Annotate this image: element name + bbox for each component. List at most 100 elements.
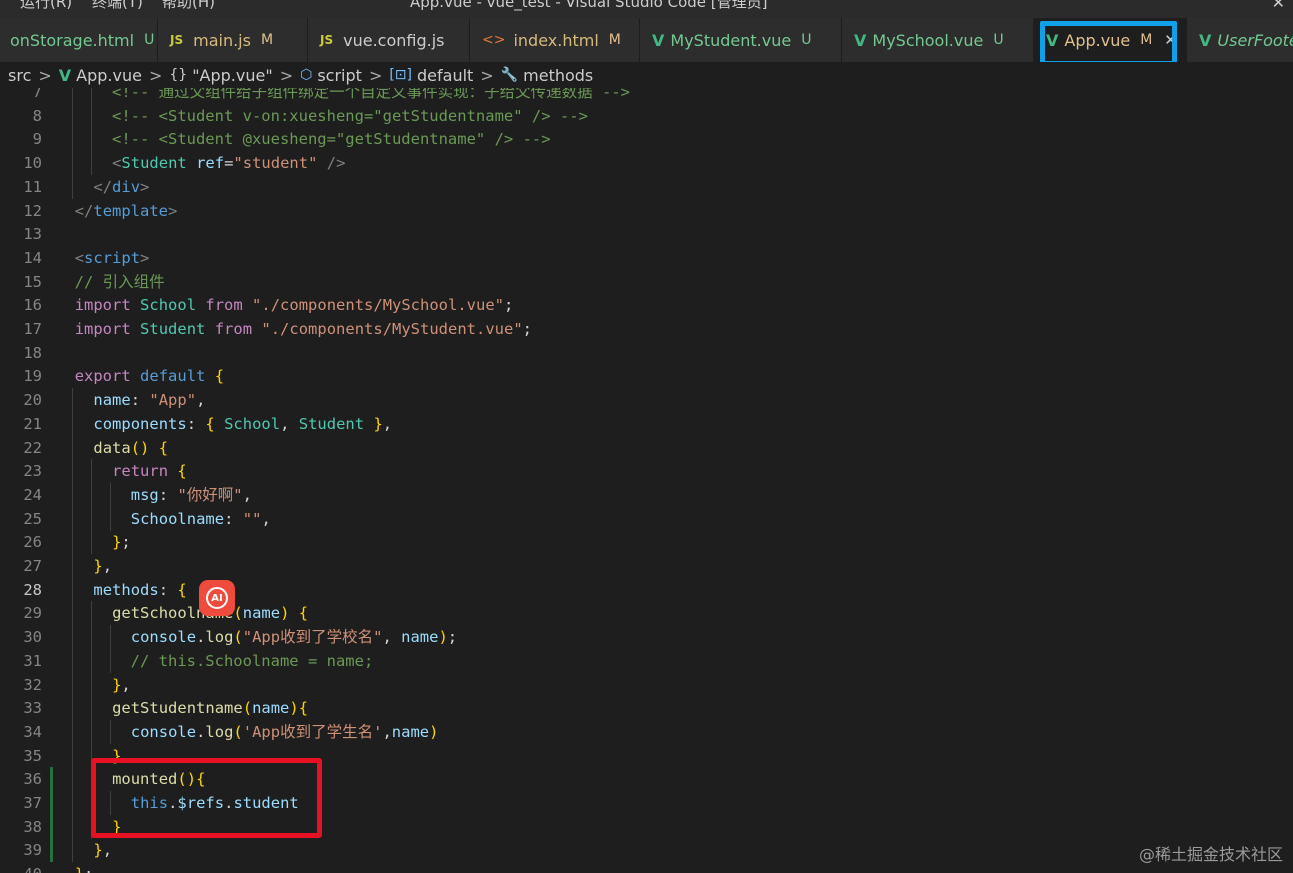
watermark: @稀土掘金技术社区 — [1138, 845, 1283, 864]
code-text: getSchoolname(name) { — [112, 604, 309, 623]
tab-userfooter-vue[interactable]: V UserFoote — [1187, 18, 1293, 62]
tab-index-html[interactable]: <> index.html M — [470, 18, 640, 62]
tab-main-js[interactable]: JS main.js M — [158, 18, 308, 62]
code-text: <Student ref="student" /> — [112, 154, 346, 173]
line-number: 23 — [23, 462, 42, 481]
wrench-method-icon: 🔧 — [500, 67, 519, 83]
breadcrumb: src > V App.vue > {} "App.vue" > ⬡ scrip… — [0, 62, 1293, 88]
line-number: 13 — [23, 225, 42, 244]
breadcrumb-src[interactable]: src — [8, 66, 31, 85]
line-number: 11 — [23, 177, 42, 196]
line-number: 26 — [23, 533, 42, 552]
line-number: 34 — [23, 722, 42, 741]
code-line[interactable]: 34 console.log('App收到了学生名',name) — [0, 719, 1293, 744]
code-line[interactable]: 14 <script> — [0, 246, 1293, 270]
code-text: name: "App", — [93, 391, 206, 410]
code-text: </div> — [93, 177, 150, 196]
line-number: 35 — [23, 746, 42, 765]
code-line[interactable]: 11 </div> — [0, 174, 1293, 199]
menu-terminal[interactable]: 终端(T) — [92, 0, 143, 12]
line-number: 10 — [23, 154, 42, 173]
line-number: 18 — [23, 343, 42, 362]
line-number: 27 — [23, 557, 42, 575]
module-cube-icon: ⬡ — [300, 67, 313, 83]
code-text: <script> — [74, 248, 150, 267]
code-line[interactable]: 40 }; — [0, 862, 1293, 873]
tab-status: U — [144, 32, 155, 48]
line-number: 29 — [23, 604, 42, 623]
line-number: 38 — [23, 817, 42, 836]
code-line[interactable]: 16 import School from "./components/MySc… — [0, 293, 1293, 317]
chevron-right-icon: > — [148, 65, 163, 85]
tab-status: M — [260, 32, 274, 48]
html-file-icon: <> — [482, 32, 506, 48]
ai-assistant-icon[interactable]: AI — [199, 580, 235, 616]
code-text: <!-- <Student v-on:xuesheng="getStudentn… — [56, 106, 588, 125]
line-number: 19 — [23, 367, 42, 386]
tab-onstorage-html[interactable]: onStorage.html U — [0, 18, 158, 62]
line-number: 8 — [32, 106, 42, 125]
code-text: }, — [93, 841, 113, 860]
code-line[interactable]: 25 Schoolname: "", — [0, 506, 1293, 531]
code-text: methods: { — [93, 580, 187, 599]
code-line[interactable]: 12 </template> — [0, 199, 1293, 223]
js-file-icon: JS — [320, 33, 334, 47]
code-line[interactable]: 31 // this.Schoolname = name; — [0, 648, 1293, 673]
code-line[interactable]: 15 // 引入组件 — [0, 270, 1293, 294]
code-line[interactable]: 19 export default { — [0, 364, 1293, 388]
code-line[interactable]: 23 return { — [0, 459, 1293, 484]
code-line[interactable]: 8 <!-- <Student v-on:xuesheng="getStuden… — [0, 103, 1293, 128]
code-editor[interactable]: 7 <!-- 通过父组件给子组件绑定一个自定义事件实现：子给父传递数据 --> 8… — [0, 88, 1293, 873]
vue-file-icon: V — [58, 65, 72, 85]
code-text: return { — [112, 462, 187, 481]
code-line[interactable]: 9 <!-- <Student @xuesheng="getStudentnam… — [0, 127, 1293, 152]
line-number: 36 — [23, 770, 42, 789]
code-line[interactable]: 27 }, — [0, 554, 1293, 578]
tab-vue-config-js[interactable]: JS vue.config.js — [308, 18, 470, 62]
line-number: 7 — [32, 88, 42, 101]
code-line[interactable]: 39 }, — [0, 838, 1293, 863]
close-window-icon[interactable]: ✕ — [1272, 0, 1285, 12]
tab-mystudent-vue[interactable]: V MyStudent.vue U — [640, 18, 842, 62]
breadcrumb-object[interactable]: "App.vue" — [192, 66, 273, 85]
tab-status: M — [608, 32, 621, 48]
code-line[interactable]: 7 <!-- 通过父组件给子组件绑定一个自定义事件实现：子给父传递数据 --> — [0, 88, 1293, 104]
js-file-icon: JS — [170, 33, 184, 47]
line-number: 12 — [23, 201, 42, 220]
breadcrumb-methods[interactable]: methods — [523, 66, 593, 85]
tab-label: UserFoote — [1217, 30, 1293, 50]
code-text: getStudentname(name){ — [112, 699, 309, 718]
code-line[interactable]: 28 methods: { — [0, 577, 1293, 602]
tab-myschool-vue[interactable]: V MySchool.vue U — [842, 18, 1034, 62]
code-line[interactable]: 20 name: "App", — [0, 388, 1293, 413]
window-title: App.vue - vue_test - Visual Studio Code … — [410, 0, 768, 11]
code-line[interactable]: 18 — [0, 341, 1293, 365]
breadcrumb-file[interactable]: App.vue — [76, 66, 142, 85]
breadcrumb-default[interactable]: default — [417, 66, 473, 85]
code-line[interactable]: 17 import Student from "./components/MyS… — [0, 317, 1293, 341]
menu-help[interactable]: 帮助(H) — [162, 0, 215, 12]
code-line[interactable]: 21 components: { School, Student }, — [0, 411, 1293, 436]
code-line[interactable]: 26 }; — [0, 530, 1293, 555]
code-line[interactable]: 33 getStudentname(name){ — [0, 696, 1293, 721]
code-text: msg: "你好啊", — [130, 485, 252, 504]
code-line[interactable]: 30 console.log("App收到了学校名", name); — [0, 625, 1293, 650]
menu-run[interactable]: 运行(R) — [20, 0, 72, 12]
code-line[interactable]: 29 getSchoolname(name) { — [0, 601, 1293, 626]
line-number: 28 — [23, 580, 42, 599]
code-text: }; — [112, 533, 131, 552]
line-number: 37 — [23, 794, 42, 812]
code-text: console.log("App收到了学校名", name); — [130, 628, 458, 647]
code-line[interactable]: 10 <Student ref="student" /> — [0, 151, 1293, 176]
code-line[interactable]: 13 — [0, 222, 1293, 246]
line-number: 21 — [23, 414, 42, 433]
code-line[interactable]: 32 }, — [0, 672, 1293, 697]
chevron-right-icon: > — [368, 65, 383, 85]
line-number: 40 — [0, 862, 42, 873]
line-number: 25 — [23, 509, 42, 528]
code-line[interactable]: 24 msg: "你好啊", — [0, 482, 1293, 507]
code-line[interactable]: 22 data() { — [0, 435, 1293, 460]
breadcrumb-script[interactable]: script — [317, 66, 362, 85]
code-text: import School from "./components/MySchoo… — [74, 296, 514, 315]
code-text: console.log('App收到了学生名',name) — [130, 722, 439, 741]
